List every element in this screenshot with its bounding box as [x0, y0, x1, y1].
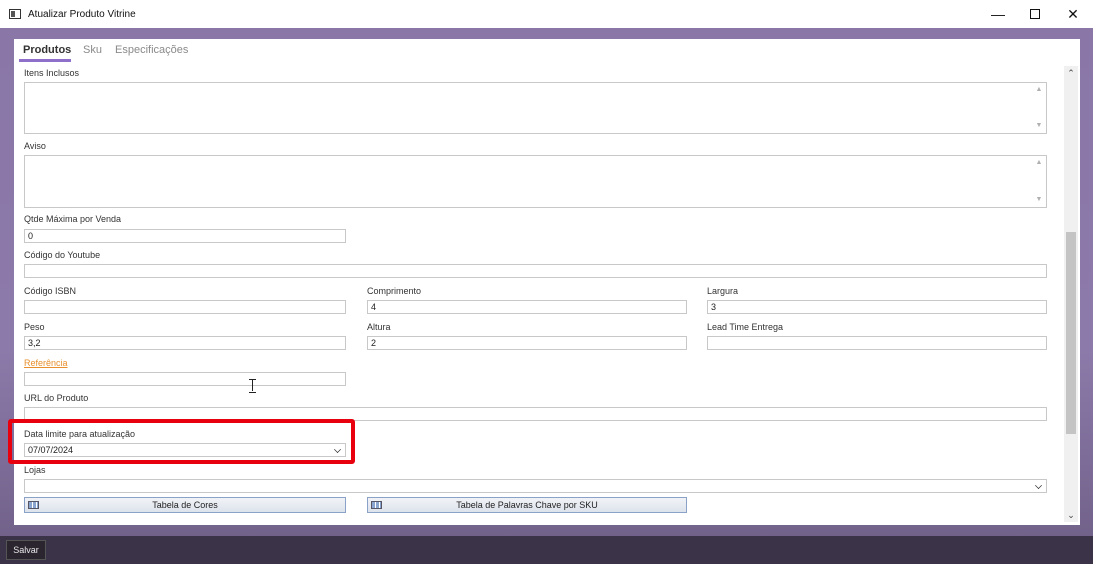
altura-label: Altura	[367, 322, 391, 332]
tab-especificacoes[interactable]: Especificações	[115, 44, 188, 56]
save-button[interactable]: Salvar	[6, 540, 46, 560]
itens-inclusos-label: Itens Inclusos	[24, 68, 80, 78]
tabela-palavras-label: Tabela de Palavras Chave por SKU	[456, 500, 598, 510]
lead-time-label: Lead Time Entrega	[707, 322, 784, 332]
text-cursor-icon	[249, 379, 256, 393]
codigo-isbn-input[interactable]	[24, 300, 346, 314]
comprimento-input[interactable]: 4	[367, 300, 687, 314]
table-icon	[371, 501, 382, 509]
largura-label: Largura	[707, 286, 739, 296]
referencia-link[interactable]: Referência	[24, 358, 68, 368]
codigo-youtube-input[interactable]	[24, 264, 1047, 278]
scroll-down-icon[interactable]: ▼	[1036, 122, 1043, 130]
textarea-scrollbar[interactable]: ▲ ▼	[1032, 83, 1046, 133]
largura-input[interactable]: 3	[707, 300, 1047, 314]
maximize-button[interactable]	[1017, 0, 1053, 28]
tabela-palavras-button[interactable]: Tabela de Palavras Chave por SKU	[367, 497, 687, 513]
itens-inclusos-textarea[interactable]: ▲ ▼	[24, 82, 1047, 134]
codigo-youtube-label: Código do Youtube	[24, 250, 101, 260]
scrollbar-thumb[interactable]	[1066, 232, 1076, 434]
scroll-up-icon[interactable]: ▲	[1036, 86, 1043, 94]
comprimento-label: Comprimento	[367, 286, 422, 296]
lojas-select[interactable]	[24, 479, 1047, 493]
qtde-maxima-input[interactable]: 0	[24, 229, 346, 243]
lojas-label: Lojas	[24, 465, 46, 475]
tab-produtos[interactable]: Produtos	[23, 44, 71, 56]
window-app-icon	[9, 9, 21, 19]
altura-input[interactable]: 2	[367, 336, 687, 350]
aviso-label: Aviso	[24, 141, 46, 151]
textarea-scrollbar[interactable]: ▲ ▼	[1032, 156, 1046, 207]
tabela-cores-button[interactable]: Tabela de Cores	[24, 497, 346, 513]
tab-sku[interactable]: Sku	[83, 44, 102, 56]
scroll-up-icon[interactable]: ⌃	[1064, 68, 1078, 79]
qtde-maxima-label: Qtde Máxima por Venda	[24, 214, 122, 224]
bottom-toolbar	[0, 536, 1093, 564]
peso-input[interactable]: 3,2	[24, 336, 346, 350]
scroll-up-icon[interactable]: ▲	[1036, 159, 1043, 167]
peso-label: Peso	[24, 322, 45, 332]
highlight-box	[8, 419, 355, 464]
chevron-down-icon[interactable]	[1035, 482, 1042, 489]
table-icon	[28, 501, 39, 509]
referencia-input[interactable]	[24, 372, 346, 386]
url-produto-label: URL do Produto	[24, 393, 89, 403]
aviso-textarea[interactable]: ▲ ▼	[24, 155, 1047, 208]
tab-strip: Produtos Sku Especificações	[14, 39, 1080, 63]
close-button[interactable]: ✕	[1055, 0, 1091, 28]
tabela-cores-label: Tabela de Cores	[152, 500, 218, 510]
maximize-icon	[1030, 9, 1040, 19]
scroll-down-icon[interactable]: ⌄	[1064, 510, 1078, 521]
codigo-isbn-label: Código ISBN	[24, 286, 77, 296]
scroll-down-icon[interactable]: ▼	[1036, 196, 1043, 204]
active-tab-indicator	[19, 59, 71, 62]
app-window: Atualizar Produto Vitrine — ✕ Produtos S…	[0, 0, 1093, 564]
lead-time-input[interactable]	[707, 336, 1047, 350]
window-title: Atualizar Produto Vitrine	[28, 9, 136, 20]
panel-vertical-scrollbar[interactable]: ⌃ ⌄	[1064, 66, 1078, 522]
minimize-button[interactable]: —	[980, 0, 1016, 28]
title-bar[interactable]: Atualizar Produto Vitrine — ✕	[0, 0, 1093, 28]
